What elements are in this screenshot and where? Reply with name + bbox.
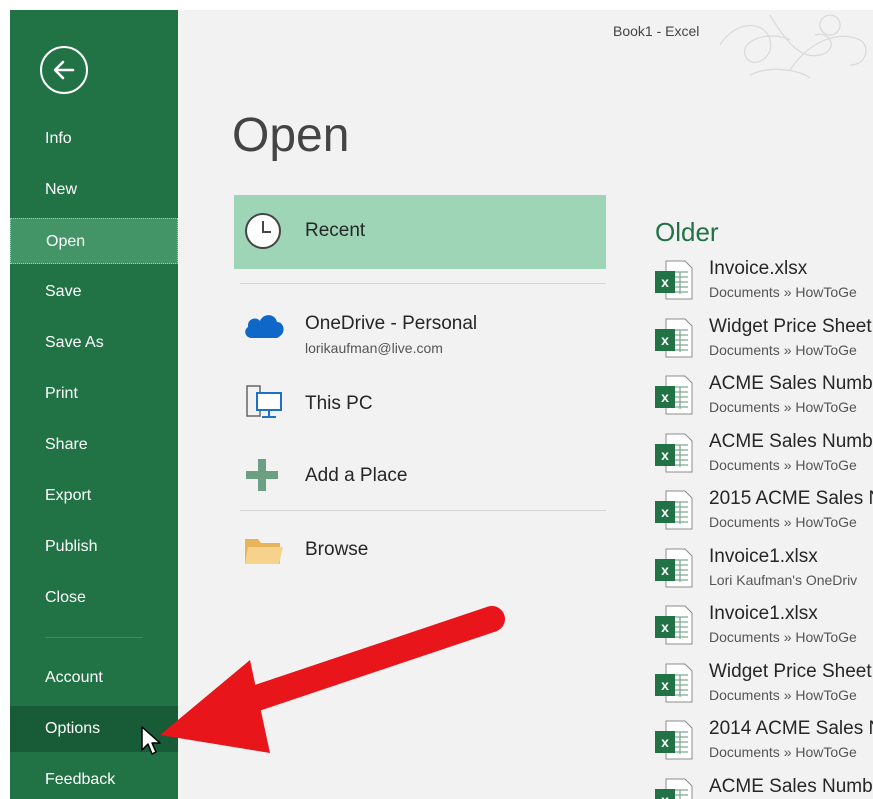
title-decoration	[719, 14, 867, 79]
nav-share[interactable]: Share	[10, 422, 178, 468]
window-title: Book1 - Excel	[613, 23, 700, 39]
excel-file-icon: x	[655, 663, 693, 702]
excel-file-icon: x	[655, 318, 693, 357]
recent-file-item[interactable]: x ACME Sales Numb Documents » HowToGe	[655, 371, 873, 425]
excel-file-icon: x	[655, 375, 693, 415]
svg-text:x: x	[661, 274, 669, 290]
nav-save-as[interactable]: Save As	[10, 320, 178, 366]
recent-file-path: Documents » HowToGe	[709, 341, 857, 358]
excel-file-icon: x	[655, 605, 693, 645]
nav-open[interactable]: Open	[10, 218, 178, 264]
annotation-arrow	[160, 606, 505, 753]
svg-text:x: x	[661, 332, 669, 348]
nav-info[interactable]: Info	[10, 116, 178, 162]
svg-text:x: x	[661, 677, 669, 693]
recent-file-item[interactable]: x 2015 ACME Sales N Documents » HowToGe	[655, 486, 873, 540]
recent-file-name: ACME Sales Numb	[709, 430, 873, 452]
place-this-pc[interactable]: This PC	[234, 375, 606, 427]
recent-file-path: Documents » HowToGe	[709, 514, 857, 530]
svg-text:x: x	[661, 562, 669, 578]
nav-new[interactable]: New	[10, 167, 178, 213]
recent-file-name: Invoice1.xlsx	[709, 603, 818, 624]
recent-file-name: ACME Sales Numb	[709, 373, 873, 394]
recent-file-name: 2014 ACME Sales N	[709, 718, 873, 739]
excel-file-icon: x	[655, 778, 693, 799]
excel-file-icon: x	[655, 433, 693, 472]
recent-file-path: Documents » HowToGe	[709, 744, 857, 760]
place-this-pc-label: This PC	[305, 393, 373, 414]
recent-file-name: ACME Sales Numb	[709, 775, 873, 797]
nav-divider	[45, 637, 143, 638]
recent-file-path: Documents » HowToGe	[709, 629, 857, 645]
excel-file-icon: x	[655, 490, 693, 530]
places-separator	[240, 510, 606, 511]
folder-icon	[245, 539, 283, 564]
place-add-place-label: Add a Place	[305, 465, 408, 486]
place-recent[interactable]: Recent	[234, 195, 606, 269]
svg-text:x: x	[661, 792, 669, 799]
recent-file-name: Invoice1.xlsx	[709, 545, 818, 567]
recent-file-item[interactable]: x Invoice.xlsx Documents » HowToGe	[655, 256, 873, 310]
nav-account[interactable]: Account	[10, 655, 178, 701]
place-onedrive-label: OneDrive - Personal	[305, 313, 478, 334]
excel-file-icon: x	[655, 260, 693, 300]
svg-text:x: x	[661, 619, 669, 635]
clock-icon	[245, 213, 281, 249]
recent-file-path: Documents » HowToGe	[709, 284, 857, 300]
back-button[interactable]	[40, 46, 88, 94]
svg-text:x: x	[661, 504, 669, 520]
mouse-pointer-icon	[141, 726, 161, 755]
recent-file-item[interactable]: x Invoice1.xlsx Documents » HowToGe	[655, 601, 873, 655]
computer-icon	[246, 385, 282, 418]
recent-file-path: Documents » HowToGe	[709, 686, 857, 703]
recent-file-path: Lori Kaufman's OneDriv	[709, 571, 858, 588]
recent-file-name: 2015 ACME Sales N	[709, 488, 873, 509]
recent-file-path: Documents » HowToGe	[709, 399, 857, 415]
excel-file-icon: x	[655, 548, 693, 587]
nav-export[interactable]: Export	[10, 473, 178, 519]
nav-publish[interactable]: Publish	[10, 524, 178, 570]
backstage-window: Info New Open Save Save As Print Share E…	[10, 10, 873, 799]
nav-print[interactable]: Print	[10, 371, 178, 417]
recent-file-item[interactable]: x ACME Sales Numb	[655, 774, 873, 799]
excel-file-icon: x	[655, 720, 693, 760]
place-add-place[interactable]: Add a Place	[234, 445, 606, 497]
places-separator	[240, 283, 606, 284]
plus-icon	[246, 459, 278, 491]
place-browse[interactable]: Browse	[234, 520, 606, 572]
svg-text:x: x	[661, 389, 669, 405]
svg-text:x: x	[661, 734, 669, 750]
recent-file-name: Widget Price Sheet	[709, 315, 872, 337]
recent-file-name: Widget Price Sheet	[709, 660, 872, 682]
recent-file-name: Invoice.xlsx	[709, 258, 808, 279]
nav-feedback[interactable]: Feedback	[10, 757, 178, 799]
nav-save[interactable]: Save	[10, 269, 178, 315]
recent-file-item[interactable]: x Widget Price Sheet Documents » HowToGe	[655, 659, 873, 713]
recent-file-item[interactable]: x Widget Price Sheet Documents » HowToGe	[655, 314, 873, 368]
place-recent-label: Recent	[305, 220, 366, 241]
back-arrow-icon	[53, 60, 75, 80]
place-onedrive-account: lorikaufman@live.com	[305, 340, 443, 356]
recent-file-item[interactable]: x Invoice1.xlsx Lori Kaufman's OneDriv	[655, 544, 873, 598]
nav-close[interactable]: Close	[10, 575, 178, 621]
recent-file-item[interactable]: x 2014 ACME Sales N Documents » HowToGe	[655, 716, 873, 770]
place-browse-label: Browse	[305, 539, 369, 560]
cloud-icon	[245, 315, 284, 338]
svg-text:x: x	[661, 447, 669, 463]
recent-file-path: Documents » HowToGe	[709, 456, 857, 473]
place-onedrive[interactable]: OneDrive - Personal lorikaufman@live.com	[234, 295, 606, 357]
page-title: Open	[232, 109, 350, 162]
backstage-sidebar: Info New Open Save Save As Print Share E…	[10, 10, 178, 799]
recent-file-item[interactable]: x ACME Sales Numb Documents » HowToGe	[655, 429, 873, 483]
section-heading-older: Older	[655, 217, 719, 247]
